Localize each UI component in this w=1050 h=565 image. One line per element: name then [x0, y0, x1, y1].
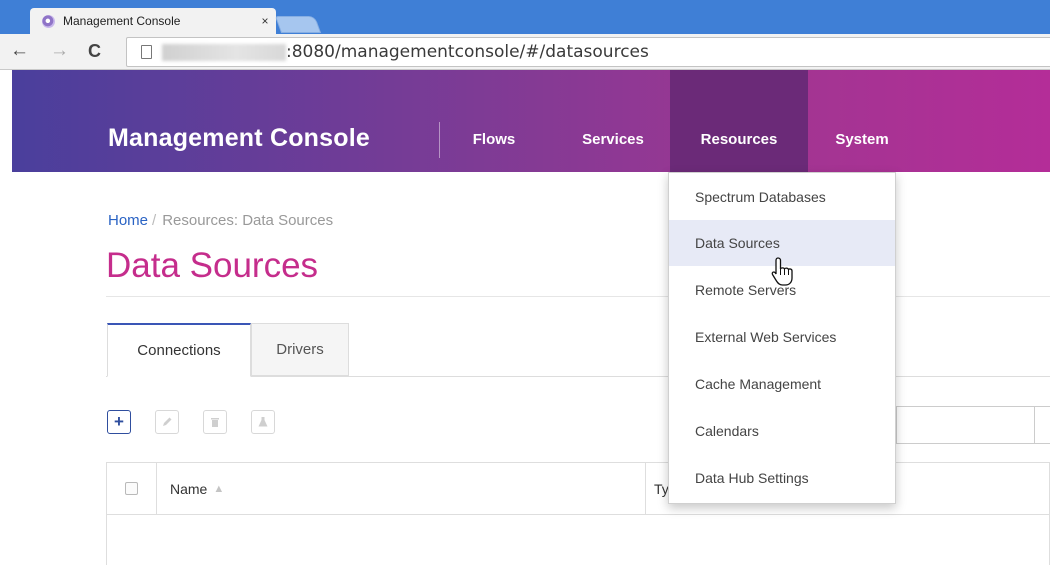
- sort-icon[interactable]: ▲︎: [213, 483, 224, 495]
- page-title: Data Sources: [106, 246, 319, 285]
- nav-item-services[interactable]: Services: [568, 70, 658, 172]
- nav-item-flows[interactable]: Flows: [459, 70, 529, 172]
- page-icon: [141, 45, 152, 59]
- table-header: Name ▲︎ Ty: [107, 463, 1050, 515]
- nav-item-resources[interactable]: Resources: [670, 70, 808, 172]
- trash-icon: [211, 418, 219, 427]
- flask-icon: [258, 417, 268, 427]
- breadcrumb-separator: /: [152, 212, 157, 229]
- test-connection-button[interactable]: [251, 410, 275, 434]
- new-tab-button[interactable]: [274, 16, 322, 33]
- column-name-label: Name: [170, 480, 208, 497]
- url-text: :8080/managementconsole/#/datasources: [286, 42, 649, 62]
- close-tab-icon[interactable]: ×: [254, 14, 276, 28]
- search-addon-divider: [1034, 406, 1035, 444]
- menu-item-data-hub-settings[interactable]: Data Hub Settings: [669, 455, 895, 501]
- breadcrumb: Home / Resources: Data Sources: [108, 212, 333, 229]
- menu-item-cache-management[interactable]: Cache Management: [669, 361, 895, 407]
- menu-item-external-web-services[interactable]: External Web Services: [669, 314, 895, 360]
- breadcrumb-home-link[interactable]: Home: [108, 212, 148, 229]
- browser-toolbar: ← → C :8080/managementconsole/#/datasour…: [0, 34, 1050, 70]
- browser-tabstrip: Management Console ×: [0, 0, 1050, 34]
- delete-button[interactable]: [203, 410, 227, 434]
- select-all-checkbox[interactable]: [125, 482, 138, 495]
- brand-divider: [439, 122, 440, 158]
- nav-item-system[interactable]: System: [822, 70, 902, 172]
- app-favicon-icon: [42, 14, 55, 28]
- connections-table: Name ▲︎ Ty: [106, 462, 1050, 565]
- back-arrow-icon[interactable]: ←: [10, 41, 29, 61]
- tab-drivers[interactable]: Drivers: [251, 323, 349, 376]
- search-input[interactable]: [896, 406, 1050, 444]
- brand-title[interactable]: Management Console: [108, 124, 370, 153]
- browser-tab-title: Management Console: [63, 14, 181, 28]
- add-button[interactable]: +: [107, 410, 131, 434]
- menu-item-remote-servers[interactable]: Remote Servers: [669, 267, 895, 313]
- menu-item-calendars[interactable]: Calendars: [669, 408, 895, 454]
- breadcrumb-current: Resources: Data Sources: [162, 212, 334, 229]
- edit-button[interactable]: [155, 410, 179, 434]
- pencil-icon: [163, 417, 172, 426]
- title-divider: [106, 296, 1050, 297]
- column-header-name[interactable]: Name ▲︎: [158, 463, 646, 514]
- redacted-host: [162, 43, 286, 61]
- tab-connections[interactable]: Connections: [107, 323, 251, 377]
- address-bar[interactable]: :8080/managementconsole/#/datasources: [126, 37, 1050, 67]
- resources-dropdown-menu: Spectrum Databases Data Sources Remote S…: [668, 172, 896, 504]
- app-navbar: Management Console Flows Services Resour…: [12, 70, 1050, 172]
- browser-tab[interactable]: Management Console ×: [30, 8, 276, 34]
- menu-item-data-sources[interactable]: Data Sources: [669, 220, 895, 266]
- reload-icon[interactable]: C: [88, 41, 101, 61]
- select-all-cell: [107, 463, 157, 514]
- column-header-type[interactable]: Ty: [648, 463, 669, 514]
- forward-arrow-icon[interactable]: →: [50, 41, 69, 61]
- menu-item-spectrum-databases[interactable]: Spectrum Databases: [669, 174, 895, 220]
